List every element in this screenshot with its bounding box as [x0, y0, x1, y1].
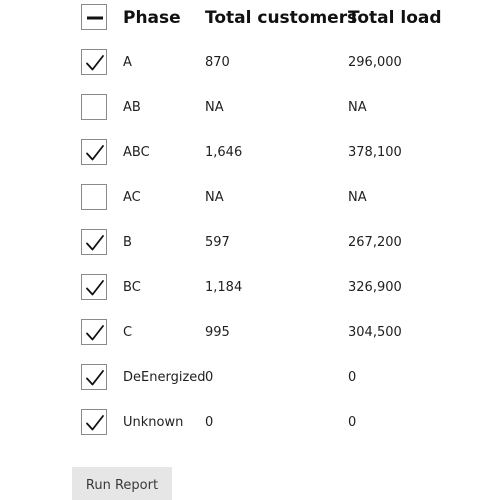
load-cell: NA: [348, 100, 367, 115]
row-checkbox[interactable]: [81, 94, 107, 120]
minus-icon: [87, 16, 103, 20]
customers-cell: 995: [205, 325, 230, 340]
run-report-button[interactable]: Run Report: [72, 467, 172, 500]
phase-cell: Unknown: [123, 415, 184, 430]
load-cell: 378,100: [348, 145, 402, 160]
row-checkbox[interactable]: [81, 229, 107, 255]
row-checkbox[interactable]: [81, 139, 107, 165]
load-cell: NA: [348, 190, 367, 205]
phase-cell: A: [123, 55, 132, 70]
checkmark-icon: [86, 55, 104, 71]
checkmark-icon: [86, 145, 104, 161]
load-cell: 267,200: [348, 235, 402, 250]
phase-column-header[interactable]: Phase: [123, 8, 181, 28]
phase-cell: B: [123, 235, 132, 250]
phase-report-panel: Phase Total customers Total load A 870 2…: [0, 0, 500, 500]
customers-cell: 0: [205, 415, 214, 430]
phase-cell: AB: [123, 100, 141, 115]
load-cell: 326,900: [348, 280, 402, 295]
phase-cell: ABC: [123, 145, 150, 160]
checkmark-icon: [86, 280, 104, 296]
row-checkbox[interactable]: [81, 49, 107, 75]
customers-cell: 1,646: [205, 145, 243, 160]
customers-cell: 1,184: [205, 280, 243, 295]
checkmark-icon: [86, 415, 104, 431]
phase-cell: BC: [123, 280, 141, 295]
customers-cell: 870: [205, 55, 230, 70]
checkmark-icon: [86, 235, 104, 251]
total-load-column-header[interactable]: Total load: [348, 8, 442, 28]
customers-cell: 597: [205, 235, 230, 250]
total-customers-column-header[interactable]: Total customers: [205, 8, 357, 28]
phase-cell: DeEnergized: [123, 370, 206, 385]
phase-cell: C: [123, 325, 133, 340]
row-checkbox[interactable]: [81, 319, 107, 345]
checkmark-icon: [86, 325, 104, 341]
row-checkbox[interactable]: [81, 364, 107, 390]
row-checkbox[interactable]: [81, 409, 107, 435]
row-checkbox[interactable]: [81, 274, 107, 300]
load-cell: 0: [348, 370, 357, 385]
customers-cell: NA: [205, 100, 224, 115]
checkmark-icon: [86, 370, 104, 386]
load-cell: 304,500: [348, 325, 402, 340]
load-cell: 296,000: [348, 55, 402, 70]
phase-cell: AC: [123, 190, 141, 205]
row-checkbox[interactable]: [81, 184, 107, 210]
customers-cell: NA: [205, 190, 224, 205]
load-cell: 0: [348, 415, 357, 430]
select-all-checkbox[interactable]: [81, 4, 107, 30]
customers-cell: 0: [205, 370, 214, 385]
